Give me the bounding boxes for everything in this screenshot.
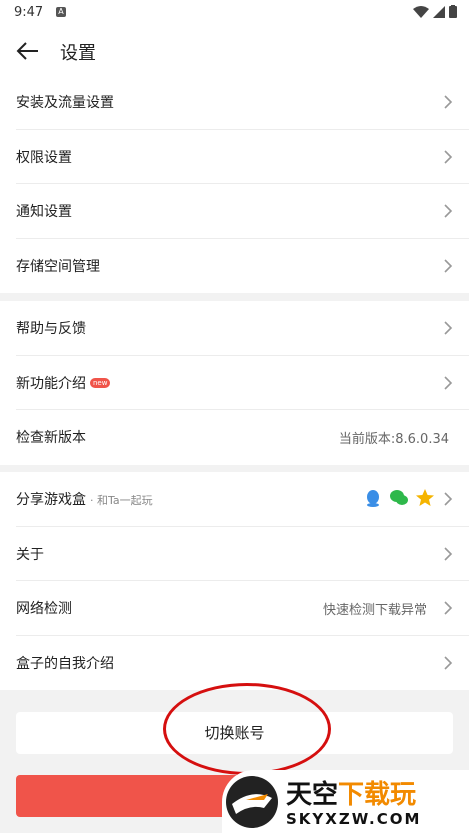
row-label: 安装及流量设置 — [16, 95, 114, 111]
row-label: 通知设置 — [16, 204, 72, 220]
row-label: 网络检测 — [16, 601, 72, 617]
chevron-right-icon — [444, 375, 453, 390]
watermark-title-a: 天空 — [286, 780, 339, 810]
watermark-logo-icon — [226, 776, 278, 828]
watermark-url: SKYXZW.COM — [286, 810, 422, 828]
chevron-right-icon — [444, 149, 453, 164]
status-bar: 9:47 A — [0, 0, 469, 26]
chevron-right-icon — [444, 321, 453, 335]
row-label: 分享游戏盒 · 和Ta一起玩 — [16, 489, 153, 509]
row-check-update[interactable]: 检查新版本 当前版本:8.6.0.34 — [16, 410, 469, 465]
chevron-right-icon — [444, 258, 453, 273]
chevron-right-icon — [444, 204, 453, 218]
status-icons — [413, 5, 457, 18]
row-storage[interactable]: 存储空间管理 — [16, 239, 469, 294]
watermark-title: 天空下载玩 — [286, 774, 416, 811]
qq-icon[interactable] — [363, 488, 383, 508]
chevron-right-icon — [444, 546, 453, 561]
row-label: 检查新版本 — [16, 430, 86, 446]
page-title: 设置 — [60, 43, 96, 64]
wechat-icon[interactable] — [389, 488, 409, 508]
watermark-title-b: 下载玩 — [338, 780, 417, 810]
watermark: 天空下载玩 SKYXZW.COM — [222, 770, 469, 833]
row-permissions[interactable]: 权限设置 — [16, 130, 469, 184]
row-label-text: 分享游戏盒 — [16, 492, 86, 508]
annotation-circle — [163, 683, 331, 775]
chevron-right-icon — [444, 601, 453, 615]
battery-icon — [449, 5, 457, 18]
row-box-intro[interactable]: 盒子的自我介绍 — [16, 636, 469, 691]
new-badge: new — [90, 377, 111, 388]
back-arrow-icon[interactable] — [16, 39, 40, 63]
row-notifications[interactable]: 通知设置 — [16, 184, 469, 239]
row-new-features[interactable]: 新功能介绍 new — [16, 356, 469, 410]
chevron-right-icon — [444, 655, 453, 670]
row-install-traffic[interactable]: 安装及流量设置 — [16, 75, 469, 130]
chevron-right-icon — [444, 492, 453, 506]
row-share-gamebox[interactable]: 分享游戏盒 · 和Ta一起玩 — [16, 472, 469, 527]
row-network-check[interactable]: 网络检测 快速检测下载异常 — [16, 581, 469, 636]
current-version: 当前版本:8.6.0.34 — [338, 432, 449, 447]
row-label: 权限设置 — [16, 149, 72, 166]
row-label: 关于 — [16, 546, 44, 563]
row-help-feedback[interactable]: 帮助与反馈 — [16, 301, 469, 356]
row-label-text: 新功能介绍 — [16, 375, 86, 392]
status-time: 9:47 — [14, 5, 44, 20]
settings-group-3: 分享游戏盒 · 和Ta一起玩 关于 网络检测 快速检测下载异常 盒子的自我介绍 — [0, 472, 469, 690]
share-icons — [363, 488, 435, 508]
qzone-star-icon[interactable] — [415, 488, 435, 508]
row-label: 帮助与反馈 — [16, 321, 86, 337]
network-check-hint: 快速检测下载异常 — [322, 603, 427, 618]
settings-group-2: 帮助与反馈 新功能介绍 new 检查新版本 当前版本:8.6.0.34 — [0, 301, 469, 465]
chevron-right-icon — [444, 95, 453, 109]
row-about[interactable]: 关于 — [16, 527, 469, 581]
row-sublabel: · 和Ta一起玩 — [90, 494, 153, 507]
row-label: 新功能介绍 new — [16, 373, 111, 393]
row-label: 盒子的自我介绍 — [16, 655, 114, 672]
header: 设置 — [0, 26, 469, 76]
settings-group-1: 安装及流量设置 权限设置 通知设置 存储空间管理 — [0, 75, 469, 293]
signal-icon — [433, 5, 445, 18]
row-label: 存储空间管理 — [16, 258, 100, 275]
wifi-icon — [413, 5, 429, 18]
app-notification-icon: A — [56, 7, 66, 17]
